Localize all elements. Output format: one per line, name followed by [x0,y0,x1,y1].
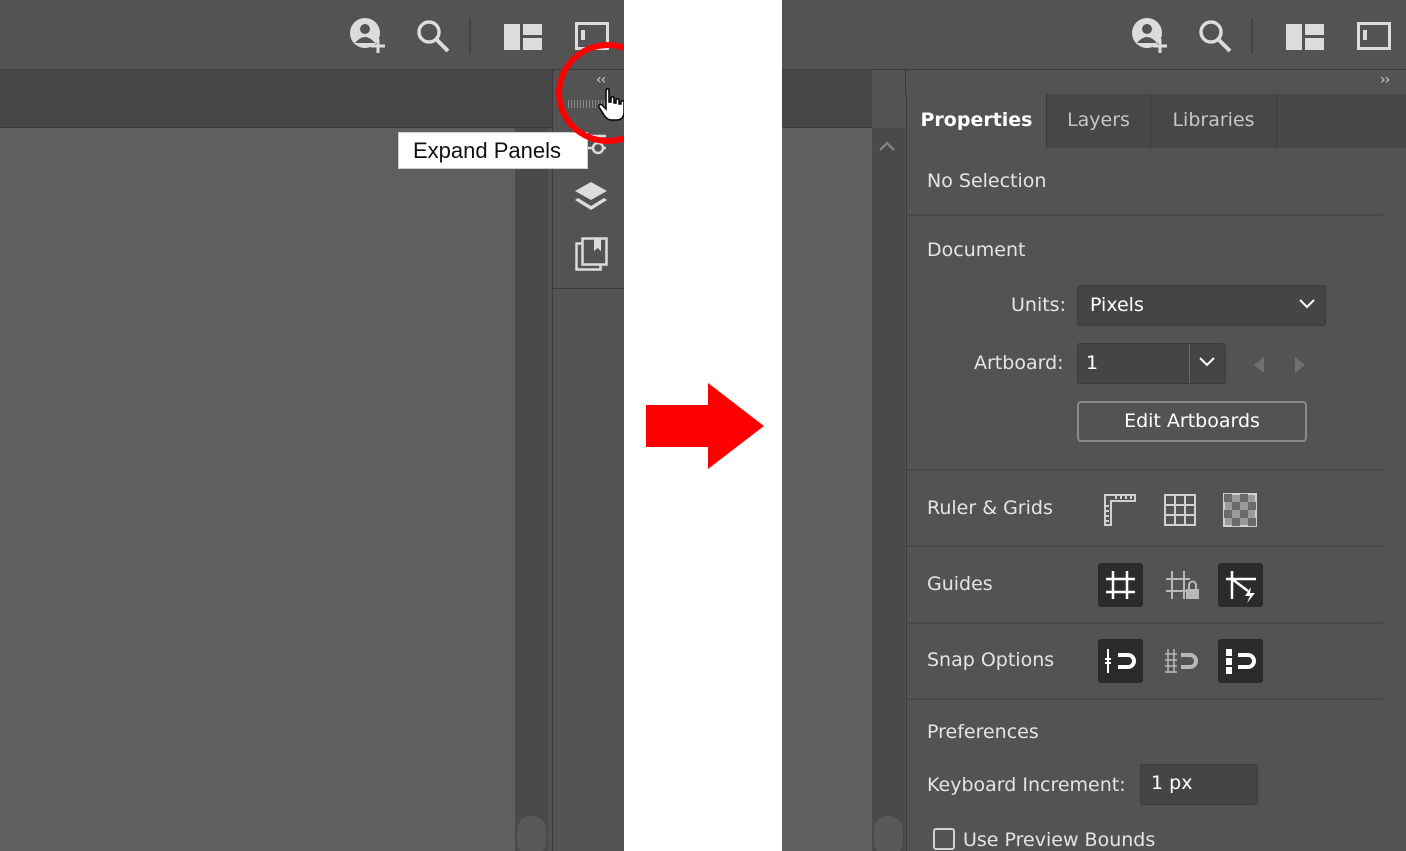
expand-panels-tooltip: Expand Panels [398,132,588,169]
header-divider [1251,18,1253,54]
scroll-up-icon[interactable] [879,140,895,152]
properties-panel: Properties Layers Libraries No Selection… [906,94,1406,851]
section-divider [907,545,1383,547]
vertical-scrollbar[interactable] [872,128,905,851]
units-label: Units: [1011,294,1066,316]
after-screenshot: ›› Properties Layers Libraries No Select… [782,0,1406,851]
units-value: Pixels [1090,294,1144,316]
layers-icon[interactable] [574,180,608,216]
section-divider [907,469,1383,471]
add-user-icon[interactable] [1130,17,1170,55]
artboard-select[interactable]: 1 [1077,343,1226,384]
units-dropdown[interactable]: Pixels [1077,285,1326,326]
guides-label: Guides [927,573,993,595]
scrollbar-thumb[interactable] [874,816,903,851]
transparency-grid-icon[interactable] [1223,493,1257,527]
next-artboard-icon[interactable] [1295,357,1305,373]
panel-window-icon[interactable] [1357,22,1391,50]
snap-to-point-toggle[interactable] [1098,639,1143,683]
ruler-grids-label: Ruler & Grids [927,497,1053,519]
chevron-down-icon [1299,299,1315,309]
section-divider [907,622,1383,624]
selection-status: No Selection [927,170,1047,192]
ruler-icon[interactable] [1103,493,1137,527]
workspace-layout-icon[interactable] [1286,24,1324,50]
document-heading: Document [927,239,1026,261]
vertical-scrollbar[interactable] [515,128,548,851]
document-tab-strip [0,70,552,128]
grid-icon[interactable] [1163,493,1197,527]
header-divider [469,18,471,54]
dock-separator [552,288,624,289]
artboard-label: Artboard: [974,352,1064,374]
artboard-canvas[interactable] [782,128,872,851]
artboard-canvas[interactable] [0,128,515,851]
use-preview-bounds-label: Use Preview Bounds [963,829,1156,851]
edit-artboards-button[interactable]: Edit Artboards [1077,401,1307,442]
tab-properties[interactable]: Properties [907,94,1047,148]
tab-layers[interactable]: Layers [1047,94,1151,148]
workspace-layout-icon[interactable] [504,24,542,50]
search-icon[interactable] [415,18,451,54]
before-screenshot: ‹‹ Expand Panels [0,0,624,851]
use-preview-bounds-checkbox[interactable] [933,828,955,850]
transition-arrow-icon [646,383,766,469]
scrollbar-thumb[interactable] [517,816,546,851]
artboard-value: 1 [1086,352,1099,374]
add-user-icon[interactable] [348,17,388,55]
libraries-icon[interactable] [575,237,609,271]
lock-guides-icon[interactable] [1160,563,1205,607]
document-tab-strip [782,70,872,128]
snap-to-pixel-icon[interactable] [1160,639,1205,683]
search-icon[interactable] [1197,18,1233,54]
preferences-heading: Preferences [927,721,1039,743]
keyboard-increment-input[interactable]: 1 px [1140,764,1258,805]
chevron-down-icon[interactable] [1199,357,1215,367]
show-guides-toggle[interactable] [1098,563,1143,607]
artboard-select-divider [1189,344,1190,383]
panel-scroll-gutter[interactable] [1383,148,1406,851]
snap-to-glyph-toggle[interactable] [1218,639,1263,683]
smart-guides-toggle[interactable] [1218,563,1263,607]
keyboard-increment-label: Keyboard Increment: [927,774,1126,796]
section-divider [907,698,1383,700]
snap-options-label: Snap Options [927,649,1055,671]
section-divider [907,214,1383,216]
tab-libraries[interactable]: Libraries [1151,94,1277,148]
panel-dock-header [905,70,1406,94]
panel-tab-bar: Properties Layers Libraries [907,94,1406,148]
previous-artboard-icon[interactable] [1254,357,1264,373]
collapse-panels-button[interactable]: ›› [1380,72,1390,88]
